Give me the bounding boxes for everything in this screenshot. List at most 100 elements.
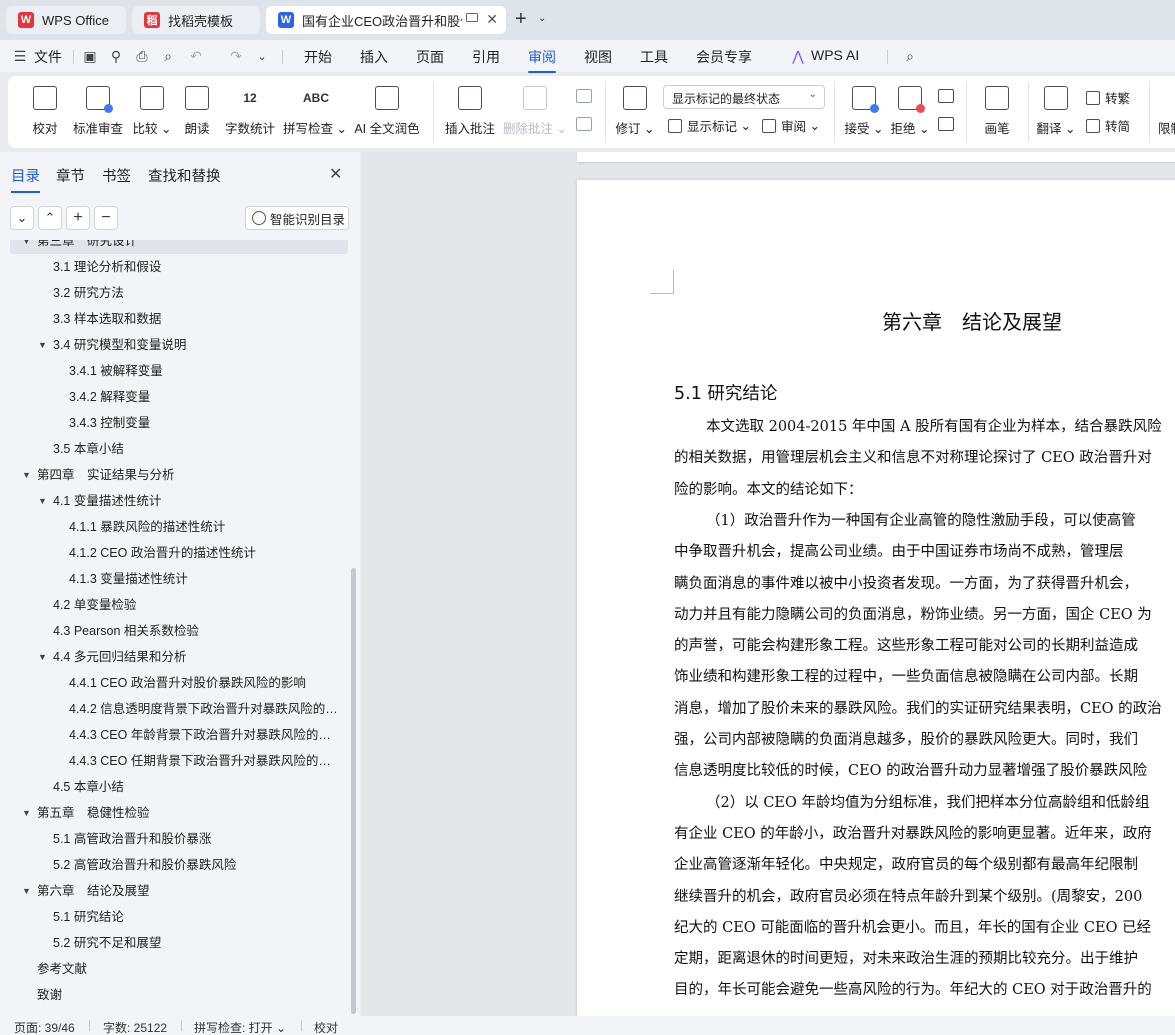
expand-triangle-icon[interactable]: ▼ [38,488,47,514]
body-text-line[interactable]: 饰业绩和构建形象工程的过程中，一些负面信息被隐瞒在公司内部。长期 [674,665,1175,686]
toc-item[interactable]: 3.4.2 解释变量 [10,384,348,410]
close-tab-icon[interactable]: ✕ [486,11,498,28]
menu-tools[interactable]: 工具 [640,47,668,67]
next-change-icon[interactable] [938,117,954,131]
insert-comment-button[interactable]: 插入批注 [444,76,496,137]
toc-item[interactable]: 3.4.3 控制变量 [10,410,348,436]
word-count-button[interactable]: 12 字数统计 [222,76,278,137]
expand-triangle-icon[interactable]: ▼ [38,644,47,670]
read-aloud-button[interactable]: 朗读 [180,76,214,137]
toc-item[interactable]: ▼ 4.4 多元回归结果和分析 [10,644,348,670]
monitor-icon[interactable] [466,13,478,22]
body-text-line[interactable]: 动力并且有能力隐瞒公司的负面消息，粉饰业绩。另一方面，国企 CEO 为 [674,603,1175,624]
spell-check-button[interactable]: ABC 拼写检查 ⌄ [283,76,347,137]
toc-item[interactable]: ▼ 4.1 变量描述性统计 [10,488,348,514]
collapse-down-button[interactable]: ⌄ [10,206,34,230]
expand-triangle-icon[interactable]: ▼ [22,462,31,488]
body-text-line[interactable]: 纪大的 CEO 可能面临的晋升机会更小。而且，年长的国有企业 CEO 已经 [674,916,1175,937]
previous-comment-icon[interactable] [576,89,592,103]
page-indicator[interactable]: 页面: 39/46 [14,1019,75,1035]
toc-item[interactable]: 5.1 研究结论 [10,904,348,930]
expand-triangle-icon[interactable]: ▼ [22,240,31,254]
body-text-line[interactable]: 中争取晋升机会，提高公司业绩。由于中国证券市场尚不成熟，管理层 [674,540,1175,561]
body-text-line[interactable]: 险的影响。本文的结论如下： [674,478,1175,499]
menu-insert[interactable]: 插入 [360,47,388,67]
toc-item[interactable]: 3.1 理论分析和假设 [10,254,348,280]
menu-member[interactable]: 会员专享 [696,47,752,67]
smart-toc-button[interactable]: 智能识别目录 [245,206,349,230]
body-text-line[interactable]: 本文选取 2004-2015 年中国 A 股所有国有企业为样本，结合暴跌风险 [674,415,1175,436]
show-markup-button[interactable]: 显示标记 ⌄ [668,116,751,135]
chapter-heading[interactable]: 第六章 结论及展望 [577,306,1175,335]
toc-item[interactable]: 5.1 高管政治晋升和股价暴涨 [10,826,348,852]
spell-check-status[interactable]: 拼写检查: 打开 ⌄ [194,1019,286,1035]
toc-item[interactable]: 4.3 Pearson 相关系数检验 [10,618,348,644]
toc-item[interactable]: 3.4.1 被解释变量 [10,358,348,384]
body-text-line[interactable]: 定期，距离退休的时间更短，对未来政治生涯的预期比较充分。出于维护 [674,947,1175,968]
toc-item[interactable]: 3.2 研究方法 [10,280,348,306]
toc-item[interactable]: 4.2 单变量检验 [10,592,348,618]
pen-button[interactable]: 画笔 [978,76,1016,137]
toc-item[interactable]: ▼ 第五章 稳健性检验 [10,800,348,826]
share-icon[interactable]: ⚲ [108,48,124,64]
new-tab-plus-icon[interactable]: + [515,9,527,29]
body-text-line[interactable]: 的声誉，可能会构建形象工程。这些形象工程可能对公司的长期利益造成 [674,634,1175,655]
redo-icon[interactable]: ↷ [228,48,244,64]
body-text-line[interactable]: （2）以 CEO 年龄均值为分组标准，我们把样本分位高龄组和低龄组 [674,791,1175,812]
add-heading-button[interactable]: + [66,206,90,230]
expand-triangle-icon[interactable]: ▼ [22,800,31,826]
toc-item[interactable]: 参考文献 [10,956,348,982]
accept-button[interactable]: 接受 ⌄ [844,76,884,137]
print-preview-icon[interactable]: ⌕ [160,48,176,64]
standard-review-button[interactable]: 标准审查 [72,76,124,137]
nav-tab-find-replace[interactable]: 查找和替换 [148,165,221,186]
delete-comment-button[interactable]: 删除批注 ⌄ [503,76,567,137]
toc-item[interactable]: 4.5 本章小结 [10,774,348,800]
body-text-line[interactable]: 有企业 CEO 的年龄小，政治晋升对暴跌风险的影响更显著。近年来，政府 [674,822,1175,843]
review-pane-button[interactable]: 审阅 ⌄ [762,116,820,135]
quick-access-dropdown-icon[interactable]: ⌄ [254,48,270,64]
close-pane-icon[interactable]: ✕ [329,164,342,184]
toc-item[interactable]: ▼ 第四章 实证结果与分析 [10,462,348,488]
expand-triangle-icon[interactable]: ▼ [22,878,31,904]
tab-document[interactable]: W 国有企业CEO政治晋升和股价暴跌风险 ✕ [266,6,506,34]
toc-item[interactable]: 4.4.1 CEO 政治晋升对股价暴跌风险的影响 [10,670,348,696]
file-menu[interactable]: 文件 [34,47,62,67]
section-heading[interactable]: 5.1 研究结论 [674,380,777,405]
menu-view[interactable]: 视图 [584,47,612,67]
word-count-status[interactable]: 字数: 25122 [103,1019,167,1035]
to-simplified-button[interactable]: 转简 [1086,116,1130,135]
toc-item[interactable]: ▼ 第三章 研究设计 [10,240,348,254]
menu-home[interactable]: 开始 [304,47,332,67]
toc-item[interactable]: 5.2 高管政治晋升和股价暴跌风险 [10,852,348,878]
toc-item[interactable]: 4.1.2 CEO 政治晋升的描述性统计 [10,540,348,566]
toc-item[interactable]: 4.4.3 CEO 年龄背景下政治晋升对暴跌风险的影响 [10,722,348,748]
reject-button[interactable]: 拒绝 ⌄ [890,76,930,137]
tab-wps-office[interactable]: W WPS Office [6,6,126,34]
previous-change-icon[interactable] [938,89,954,103]
hamburger-menu-icon[interactable]: ☰ [12,48,28,64]
body-text-line[interactable]: 信息透明度比较低的时候，CEO 的政治晋升动力显著增强了股价暴跌风险 [674,759,1175,780]
search-icon[interactable]: ⌕ [902,48,918,64]
track-changes-button[interactable]: 修订 ⌄ [615,76,655,137]
toc-item[interactable]: 3.3 样本选取和数据 [10,306,348,332]
proofread-status[interactable]: 校对 [314,1019,338,1035]
ai-polish-button[interactable]: AI 全文润色 [354,76,420,137]
toc-item[interactable]: ▼ 3.4 研究模型和变量说明 [10,332,348,358]
to-traditional-button[interactable]: 转繁 [1086,88,1130,107]
nav-tab-chapters[interactable]: 章节 [56,165,85,186]
compare-button[interactable]: 比较 ⌄ [132,76,172,137]
body-text-line[interactable]: （1）政治晋升作为一种国有企业高管的隐性激励手段，可以使高管 [674,509,1175,530]
toc-item[interactable]: 4.1.3 变量描述性统计 [10,566,348,592]
body-text-line[interactable]: 企业高管逐渐年轻化。中央规定，政府官员的每个级别都有最高年纪限制 [674,853,1175,874]
body-text-line[interactable]: 消息，增加了股价未来的暴跌风险。我们的实证研究结果表明，CEO 的政治 [674,697,1175,718]
toc-item[interactable]: 5.2 研究不足和展望 [10,930,348,956]
toc-item[interactable]: 致谢 [10,982,348,1008]
tabs-dropdown-icon[interactable]: ⌄ [538,13,546,24]
menu-page[interactable]: 页面 [416,47,444,67]
save-icon[interactable]: ▣ [82,48,98,64]
menu-references[interactable]: 引用 [472,47,500,67]
body-text-line[interactable]: 继续晋升的机会，政府官员必须在特点年龄升到某个级别。(周黎安，200 [674,885,1175,906]
translate-button[interactable]: 翻译 ⌄ [1036,76,1076,137]
toc-item[interactable]: ▼ 第六章 结论及展望 [10,878,348,904]
